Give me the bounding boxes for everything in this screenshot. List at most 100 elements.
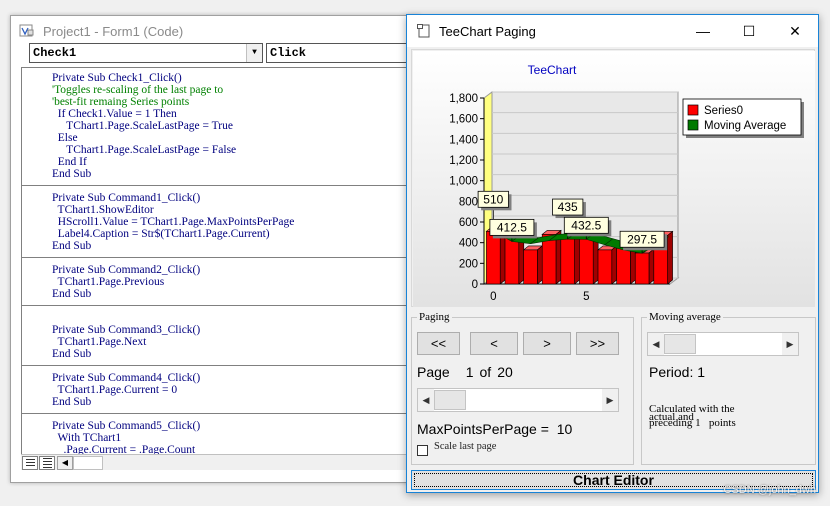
teechart-paging-window[interactable]: TeeChart Paging — ☐ ✕ TeeChart 0 200 400 600… [406,14,819,493]
code-editor[interactable]: Private Sub Check1_Click() 'Toggles re-sc… [21,67,419,454]
moving-average-group-label: Moving average [647,311,723,323]
code-status-bar: ◀ [21,454,419,470]
chart-title: TeeChart [528,63,577,77]
page-indicator: Page 1 of 20 [417,364,519,380]
code-hscroll-track[interactable] [73,455,103,470]
page-total: 20 [497,364,513,380]
code-line: Private Sub Command1_Click() [52,192,201,204]
mpp-value: 10 [556,421,573,437]
y-tick-label: 1,600 [449,114,478,126]
code-line: Else [52,132,78,144]
code-line: .Page.Current = .Page.Count [52,444,196,454]
code-line: Private Sub Check1_Click() [52,72,182,84]
period-scroll-thumb[interactable] [664,334,696,354]
minimize-button[interactable]: — [680,15,726,47]
checkbox-box[interactable] [417,445,428,456]
bar-side [611,245,618,285]
close-icon: ✕ [789,22,801,39]
chart-canvas: TeeChart 0 200 400 600 800 1,000 1,200 1,400 1,60… [413,51,815,307]
code-line: TChart1.Page.Previous [52,276,165,288]
maximize-icon: ☐ [742,22,756,39]
code-line: 'best-fit remaing Series points [52,96,190,108]
mark-label: 510 [483,192,503,206]
paging-group-label: Paging [417,311,452,323]
bar-side [574,234,580,285]
code-line: With TChart1 [52,432,122,444]
bar [523,249,538,285]
x-tick-label: 5 [583,291,589,303]
watermark: CSDN @john_dwh [723,484,817,496]
legend-label: Moving Average [704,120,786,132]
period-scrollbar[interactable]: ◀ ▶ [647,332,799,356]
period-value: 1 [697,364,706,380]
x-tick-label: 0 [490,291,496,303]
procedure-view-icon[interactable] [22,455,38,470]
procedure-combo[interactable]: Click [266,43,426,63]
scroll-right-icon[interactable]: ▶ [782,333,798,355]
maximize-button[interactable]: ☐ [726,15,772,47]
next-page-button[interactable]: > [523,332,571,355]
object-combo-value: Check1 [33,46,77,60]
last-page-button[interactable]: >> [576,332,619,355]
code-line: TChart1.Page.Current = 0 [52,384,178,396]
code-line: Private Sub Command2_Click() [52,264,201,276]
teechart-titlebar: TeeChart Paging — ☐ ✕ [407,15,818,47]
previous-page-button[interactable]: < [470,332,518,355]
code-window[interactable]: Project1 - Form1 (Code) Check1 ▼ Click P… [10,15,426,483]
bar [579,238,594,285]
y-tick-label: 0 [472,279,478,291]
code-line: Private Sub Command4_Click() [52,372,201,384]
code-line: End Sub [52,240,92,252]
page-scroll-thumb[interactable] [434,390,466,410]
moving-average-group: Moving average ◀ ▶ Period: 1 Calculated … [641,311,816,465]
minimize-icon: — [696,23,710,39]
teechart-window-title: TeeChart Paging [439,23,536,39]
y-tick-label: 600 [459,217,478,229]
code-line: End Sub [52,396,92,408]
code-line: End Sub [52,348,92,360]
code-line: TChart1.Page.Next [52,336,147,348]
bar [486,231,501,285]
period-indicator: Period: 1 [649,364,705,380]
scroll-left-icon[interactable]: ◀ [57,455,73,470]
teechart-control[interactable]: TeeChart 0 200 400 600 800 1,000 1,200 1,400 1,60… [411,49,815,307]
full-module-view-icon[interactable] [39,455,55,470]
y-tick-label: 1,800 [449,93,478,105]
code-line: Private Sub Command5_Click() [52,420,201,432]
legend-swatch [687,119,699,131]
max-points-per-page: MaxPointsPerPage = 10 [417,421,572,437]
bar-side [537,245,543,285]
scroll-left-icon[interactable]: ◀ [418,389,434,411]
page-scrollbar[interactable]: ◀ ▶ [417,388,619,412]
form-icon [417,24,430,38]
bar [504,235,520,285]
mark-label: 435 [558,200,578,214]
page-word: Page [417,364,450,380]
chevron-down-icon[interactable]: ▼ [246,44,262,62]
close-button[interactable]: ✕ [772,15,818,47]
scale-last-page-checkbox[interactable]: Scale last page [417,441,504,456]
first-page-button[interactable]: << [417,332,460,355]
calc-line-3: preceding 1 points [649,417,736,429]
scroll-left-icon[interactable]: ◀ [648,333,664,355]
bar [634,252,650,285]
code-line: TChart1.ShowEditor [52,204,154,216]
legend-swatch [687,104,699,116]
scroll-right-icon[interactable]: ▶ [602,389,618,411]
mark-label: 297.5 [627,232,657,246]
code-line: End Sub [52,288,92,300]
period-label: Period: [649,364,694,380]
code-line: If Check1.Value = 1 Then [52,108,177,120]
code-line: TChart1.Page.ScaleLastPage = True [52,120,233,132]
scale-last-page-label: Scale last page [434,441,497,452]
object-combo[interactable]: Check1 ▼ [29,43,263,63]
code-line: HScroll1.Value = TChart1.Page.MaxPointsP… [52,216,295,228]
y-tick-label: 200 [459,258,478,270]
mpp-label: MaxPointsPerPage = [417,421,549,437]
procedure-combo-value: Click [270,46,307,60]
y-tick-label: 1,400 [449,134,478,146]
bar [560,238,575,285]
bar-side [667,230,673,285]
procedure-separator [22,365,419,366]
